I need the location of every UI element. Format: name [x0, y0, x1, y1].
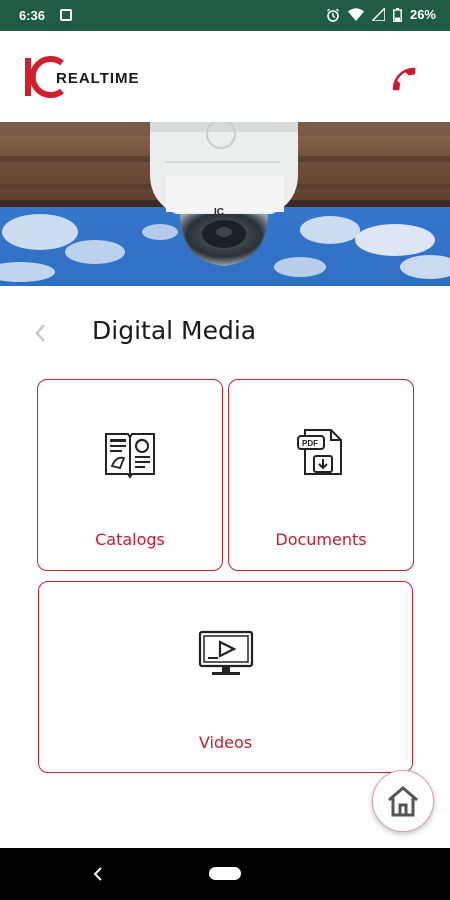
image-icon [60, 9, 72, 21]
battery-percent: 26% [409, 7, 436, 22]
wifi-icon [347, 8, 364, 21]
ic-realtime-logo[interactable]: REALTIME [22, 55, 152, 101]
svg-text:PDF: PDF [302, 439, 318, 448]
documents-label: Documents [275, 530, 367, 549]
alarm-icon [327, 8, 339, 22]
catalog-book-icon [102, 428, 158, 485]
status-bar: 6:36 26% [0, 0, 450, 31]
videos-card[interactable]: Videos [38, 581, 413, 773]
nav-home-pill[interactable] [209, 867, 241, 880]
video-monitor-icon [196, 626, 256, 687]
system-nav-bar [0, 848, 450, 900]
chevron-left-icon [35, 324, 45, 342]
status-icons: 26% [326, 7, 436, 22]
catalogs-card[interactable]: Catalogs [37, 379, 223, 571]
hero-banner: IC [0, 122, 450, 286]
nav-back-button[interactable] [86, 862, 110, 886]
videos-label: Videos [198, 733, 253, 752]
signal-icon [371, 8, 385, 21]
pdf-download-icon: PDF [293, 424, 349, 485]
battery-icon [393, 7, 402, 22]
nav-back-icon [93, 867, 102, 881]
phone-icon [392, 67, 416, 91]
back-button[interactable] [26, 318, 54, 348]
catalogs-label: Catalogs [95, 530, 165, 549]
status-time: 6:36 [19, 8, 46, 23]
documents-card[interactable]: PDF Documents [228, 379, 414, 571]
phone-button[interactable] [384, 59, 424, 99]
svg-text:REALTIME: REALTIME [56, 70, 140, 87]
app-header: REALTIME [0, 31, 450, 122]
home-icon [388, 786, 418, 817]
home-fab-button[interactable] [372, 770, 434, 832]
page-title: Digital Media [92, 316, 257, 345]
